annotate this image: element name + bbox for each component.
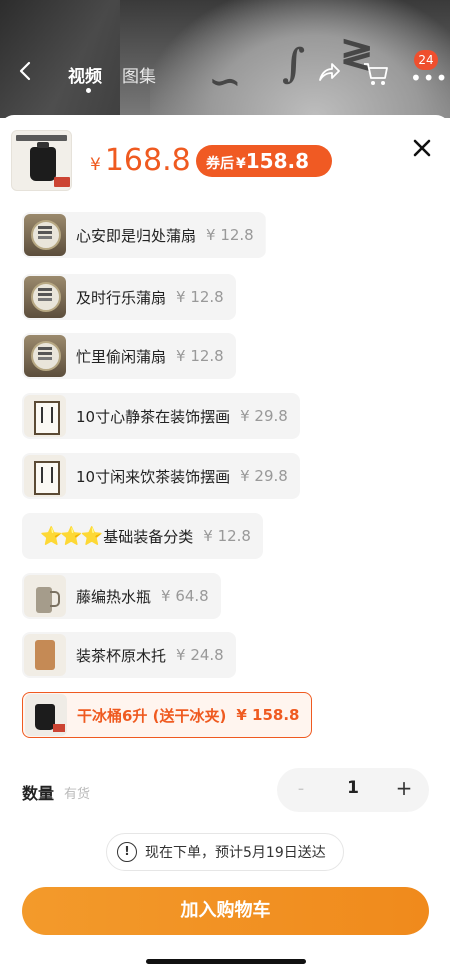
option-name: 忙里偷闲蒲扇	[76, 347, 167, 366]
option-name: 装茶杯原木托	[76, 646, 167, 665]
option-name: 及时行乐蒲扇	[76, 288, 167, 307]
coupon-price-badge: 券后 ¥158.8	[196, 145, 332, 177]
coupon-label: 券后	[206, 156, 234, 172]
fan-icon	[24, 214, 66, 256]
option-chip[interactable]: 10寸闲来饮茶装饰摆画 ¥ 29.8	[22, 453, 300, 499]
home-indicator	[146, 959, 306, 964]
quantity-stepper: - 1 +	[277, 768, 429, 812]
thumbnail-strip	[16, 135, 67, 141]
cart-icon[interactable]	[362, 60, 390, 92]
option-name: 干冰桶6升 (送干冰夹)	[77, 706, 227, 725]
option-name: 10寸闲来饮茶装饰摆画	[76, 467, 231, 486]
option-name: 基础装备分类	[103, 527, 194, 546]
back-icon[interactable]	[18, 60, 32, 88]
cart-badge: 24	[414, 50, 438, 70]
delivery-estimate: ! 现在下单，预计5月19日送达	[106, 833, 344, 871]
thermos-icon	[24, 575, 66, 617]
price-value: 168.8	[104, 143, 191, 178]
stock-status: 有货	[64, 787, 91, 802]
kettle-icon	[30, 142, 56, 181]
option-price: ¥ 64.8	[161, 587, 209, 605]
tray-icon	[24, 634, 66, 676]
option-price: ¥ 12.8	[203, 527, 251, 545]
star-icon: ⭐⭐⭐	[40, 525, 103, 547]
share-icon[interactable]	[316, 60, 342, 90]
option-name: 10寸心静茶在装饰摆画	[76, 407, 231, 426]
option-chip[interactable]: 藤编热水瓶 ¥ 64.8	[22, 573, 221, 619]
option-chip[interactable]: 装茶杯原木托 ¥ 24.8	[22, 632, 236, 678]
info-icon: !	[117, 842, 137, 862]
frame-icon	[24, 395, 66, 437]
option-price: ¥ 24.8	[176, 646, 224, 664]
gift-box-icon	[54, 177, 70, 187]
option-chip[interactable]: ⭐⭐⭐ 基础装备分类 ¥ 12.8	[22, 513, 263, 559]
decrease-button[interactable]: -	[291, 778, 311, 799]
selected-product-thumbnail[interactable]	[11, 130, 72, 191]
fan-icon	[24, 276, 66, 318]
kettle-icon	[25, 694, 67, 736]
quantity-label: 数量	[22, 784, 55, 803]
price-currency: ¥	[90, 155, 101, 175]
price: ¥168.8	[90, 144, 191, 182]
option-price: ¥ 12.8	[176, 288, 224, 306]
tab-video[interactable]: 视频	[68, 62, 102, 87]
close-icon[interactable]	[408, 134, 436, 162]
increase-button[interactable]: +	[394, 776, 414, 800]
delivery-text: 现在下单，预计5月19日送达	[145, 845, 326, 861]
fan-icon	[24, 335, 66, 377]
active-tab-indicator	[86, 88, 91, 93]
coupon-currency: ¥	[236, 156, 246, 172]
option-name: 心安即是归处蒲扇	[76, 226, 197, 245]
option-price: ¥ 12.8	[206, 226, 254, 244]
top-nav: 视频 图集 ••• 24	[0, 50, 450, 93]
option-chip[interactable]: 及时行乐蒲扇 ¥ 12.8	[22, 274, 236, 320]
option-chip[interactable]: 忙里偷闲蒲扇 ¥ 12.8	[22, 333, 236, 379]
option-chip[interactable]: 10寸心静茶在装饰摆画 ¥ 29.8	[22, 393, 300, 439]
quantity-value[interactable]: 1	[341, 778, 365, 798]
option-price: ¥ 29.8	[240, 467, 288, 485]
option-name: 藤编热水瓶	[76, 587, 152, 606]
option-price: ¥ 12.8	[176, 347, 224, 365]
option-chip-selected[interactable]: 干冰桶6升 (送干冰夹) ¥ 158.8	[22, 692, 313, 738]
frame-icon	[24, 455, 66, 497]
option-price: ¥ 158.8	[236, 706, 300, 724]
coupon-price: 158.8	[245, 149, 310, 173]
option-chip[interactable]: 心安即是归处蒲扇 ¥ 12.8	[22, 212, 266, 258]
add-to-cart-button[interactable]: 加入购物车	[22, 887, 429, 935]
tab-gallery[interactable]: 图集	[122, 62, 156, 87]
option-price: ¥ 29.8	[240, 407, 288, 425]
